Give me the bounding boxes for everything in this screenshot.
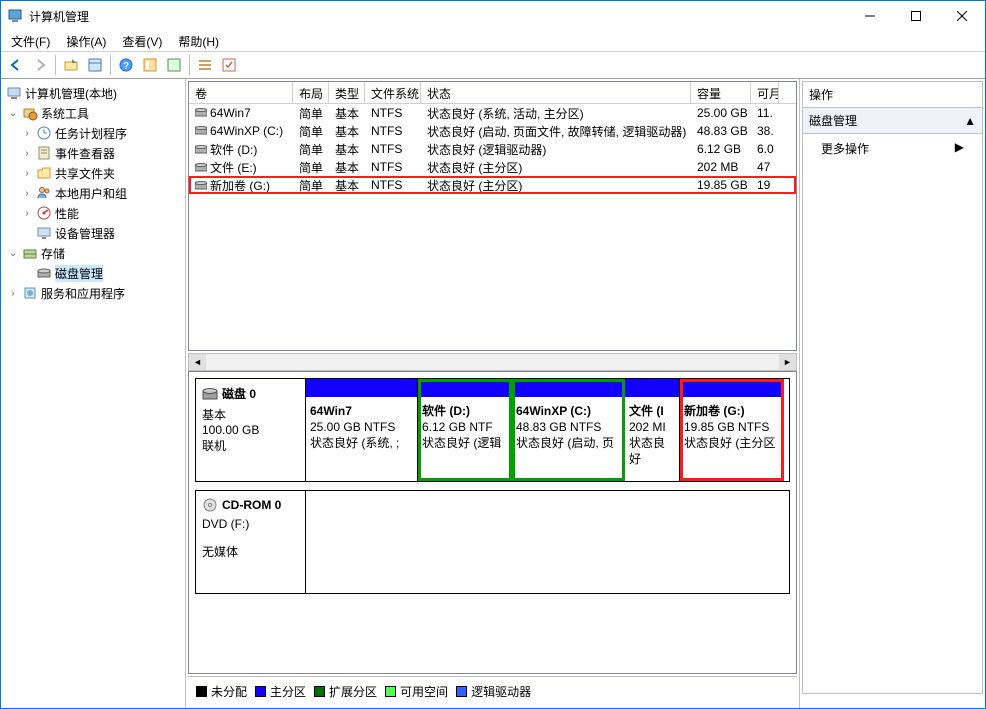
- toolbar: ?: [1, 51, 985, 79]
- toolbar-refresh-button[interactable]: [163, 54, 185, 76]
- col-free[interactable]: 可月: [751, 82, 779, 103]
- scroll-right-icon[interactable]: ►: [779, 354, 796, 370]
- scroll-left-icon[interactable]: ◄: [189, 354, 206, 370]
- disk-0-info: 磁盘 0 基本 100.00 GB 联机: [196, 379, 306, 481]
- tree-services[interactable]: ›服务和应用程序: [3, 283, 183, 303]
- menu-file[interactable]: 文件(F): [7, 31, 54, 52]
- expand-icon[interactable]: ›: [7, 288, 19, 299]
- toolbar-detail-button[interactable]: [218, 54, 240, 76]
- toolbar-help-button[interactable]: ?: [115, 54, 137, 76]
- tree-root[interactable]: 计算机管理(本地): [3, 83, 183, 103]
- actions-diskmgmt-group[interactable]: 磁盘管理 ▲: [802, 108, 983, 134]
- actions-header: 操作: [802, 81, 983, 108]
- tree-devmgr[interactable]: 设备管理器: [3, 223, 183, 243]
- nav-back-button[interactable]: [5, 54, 27, 76]
- close-button[interactable]: [939, 1, 985, 31]
- table-row[interactable]: 64Win7简单基本NTFS状态良好 (系统, 活动, 主分区)25.00 GB…: [189, 104, 796, 122]
- toolbar-list-button[interactable]: [194, 54, 216, 76]
- maximize-button[interactable]: [893, 1, 939, 31]
- table-row[interactable]: 软件 (D:)简单基本NTFS状态良好 (逻辑驱动器)6.12 GB6.0: [189, 140, 796, 158]
- tree-shared[interactable]: ›共享文件夹: [3, 163, 183, 183]
- expand-icon[interactable]: ›: [21, 148, 33, 159]
- cdrom-row[interactable]: CD-ROM 0 DVD (F:) 无媒体: [195, 490, 790, 594]
- col-layout[interactable]: 布局: [293, 82, 329, 103]
- collapse-icon[interactable]: ⌄: [7, 108, 19, 119]
- expand-icon[interactable]: ›: [21, 168, 33, 179]
- partition-64win7[interactable]: 64Win725.00 GB NTFS状态良好 (系统, ;: [306, 379, 418, 481]
- window-title: 计算机管理: [29, 8, 847, 25]
- tree-systools[interactable]: ⌄系统工具: [3, 103, 183, 123]
- tree-diskmgmt[interactable]: 磁盘管理: [3, 263, 183, 283]
- legend: 未分配 主分区 扩展分区 可用空间 逻辑驱动器: [188, 676, 797, 706]
- svg-text:?: ?: [123, 61, 129, 72]
- tree-eventviewer[interactable]: ›事件查看器: [3, 143, 183, 163]
- table-header: 卷 布局 类型 文件系统 状态 容量 可月: [189, 82, 796, 104]
- col-fs[interactable]: 文件系统: [365, 82, 421, 103]
- app-icon: [7, 8, 23, 24]
- expand-icon[interactable]: ›: [21, 188, 33, 199]
- collapse-icon[interactable]: ⌄: [7, 248, 19, 259]
- menu-action[interactable]: 操作(A): [62, 31, 110, 52]
- table-row[interactable]: 文件 (E:)简单基本NTFS状态良好 (主分区)202 MB47: [189, 158, 796, 176]
- cdrom-info: CD-ROM 0 DVD (F:) 无媒体: [196, 491, 306, 593]
- table-row[interactable]: 新加卷 (G:)简单基本NTFS状态良好 (主分区)19.85 GB19: [189, 176, 796, 194]
- nav-forward-button[interactable]: [29, 54, 51, 76]
- actions-more[interactable]: 更多操作 ▶: [802, 134, 983, 694]
- partition-g[interactable]: 新加卷 (G:)19.85 GB NTFS状态良好 (主分区: [680, 379, 784, 481]
- partition-d[interactable]: 软件 (D:)6.12 GB NTF状态良好 (逻辑: [418, 379, 512, 481]
- col-type[interactable]: 类型: [329, 82, 365, 103]
- table-row[interactable]: 64WinXP (C:)简单基本NTFS状态良好 (启动, 页面文件, 故障转储…: [189, 122, 796, 140]
- disk-graphical-view[interactable]: 磁盘 0 基本 100.00 GB 联机 64Win725.00 GB NTFS…: [188, 371, 797, 674]
- tree-perf[interactable]: ›性能: [3, 203, 183, 223]
- toolbar-show-button[interactable]: [139, 54, 161, 76]
- minimize-button[interactable]: [847, 1, 893, 31]
- actions-pane: 操作 磁盘管理 ▲ 更多操作 ▶: [800, 79, 985, 708]
- menu-help[interactable]: 帮助(H): [174, 31, 223, 52]
- partition-c[interactable]: 64WinXP (C:)48.83 GB NTFS状态良好 (启动, 页: [512, 379, 625, 481]
- chevron-right-icon: ▶: [955, 140, 964, 154]
- tree-scheduler[interactable]: ›任务计划程序: [3, 123, 183, 143]
- expand-icon[interactable]: ›: [21, 208, 33, 219]
- titlebar: 计算机管理: [1, 1, 985, 31]
- expand-icon[interactable]: ›: [21, 128, 33, 139]
- col-volume[interactable]: 卷: [189, 82, 293, 103]
- toolbar-properties-button[interactable]: [84, 54, 106, 76]
- tree-storage[interactable]: ⌄存储: [3, 243, 183, 263]
- col-status[interactable]: 状态: [421, 82, 691, 103]
- menubar: 文件(F) 操作(A) 查看(V) 帮助(H): [1, 31, 985, 51]
- disk-0-row[interactable]: 磁盘 0 基本 100.00 GB 联机 64Win725.00 GB NTFS…: [195, 378, 790, 482]
- tree-users[interactable]: ›本地用户和组: [3, 183, 183, 203]
- volume-list[interactable]: 卷 布局 类型 文件系统 状态 容量 可月 64Win7简单基本NTFS状态良好…: [188, 81, 797, 351]
- col-capacity[interactable]: 容量: [691, 82, 751, 103]
- partition-e[interactable]: 文件 (I202 MI状态良好: [625, 379, 680, 481]
- navigation-tree[interactable]: 计算机管理(本地) ⌄系统工具 ›任务计划程序 ›事件查看器 ›共享文件夹 ›本…: [1, 79, 186, 708]
- menu-view[interactable]: 查看(V): [118, 31, 166, 52]
- collapse-up-icon[interactable]: ▲: [964, 114, 976, 128]
- horizontal-scrollbar[interactable]: ◄ ►: [188, 353, 797, 371]
- toolbar-up-button[interactable]: [60, 54, 82, 76]
